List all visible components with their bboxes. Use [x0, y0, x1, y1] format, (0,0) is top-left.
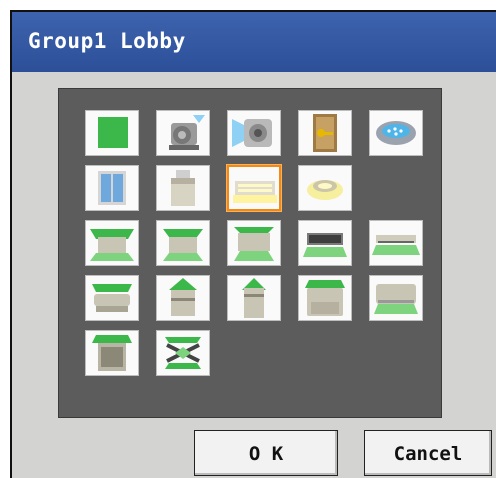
green-square-icon[interactable] — [85, 110, 139, 156]
floor-standing-tall-icon[interactable] — [227, 275, 281, 321]
window-icon[interactable] — [85, 165, 139, 211]
heat-exchanger-icon[interactable] — [156, 330, 210, 376]
ok-button[interactable]: O K — [194, 430, 338, 476]
ceiling-cassette-2way-icon[interactable] — [156, 220, 210, 266]
box-unit-icon[interactable] — [156, 165, 210, 211]
icon-select-dialog: Group1 Lobby O K Cancel — [10, 10, 496, 478]
ceiling-concealed-duct-icon[interactable] — [298, 220, 352, 266]
ceiling-light-icon[interactable] — [226, 164, 282, 212]
title-bar: Group1 Lobby — [12, 12, 496, 72]
floor-standing-up-icon[interactable] — [156, 275, 210, 321]
downlight-icon[interactable] — [298, 165, 352, 211]
icon-grid-panel — [58, 88, 442, 418]
dialog-title: Group1 Lobby — [28, 29, 186, 53]
pump-icon[interactable] — [156, 110, 210, 156]
floor-console-icon[interactable] — [298, 275, 352, 321]
humidifier-icon[interactable] — [369, 110, 423, 156]
ceiling-suspended-icon[interactable] — [85, 275, 139, 321]
door-key-icon[interactable] — [298, 110, 352, 156]
floor-concealed-icon[interactable] — [85, 330, 139, 376]
ceiling-cassette-4way-icon[interactable] — [85, 220, 139, 266]
ceiling-cassette-1way-icon[interactable] — [227, 220, 281, 266]
ceiling-slim-duct-icon[interactable] — [369, 220, 423, 266]
fan-blower-icon[interactable] — [227, 110, 281, 156]
wall-mounted-icon[interactable] — [369, 275, 423, 321]
cancel-button[interactable]: Cancel — [364, 430, 492, 476]
